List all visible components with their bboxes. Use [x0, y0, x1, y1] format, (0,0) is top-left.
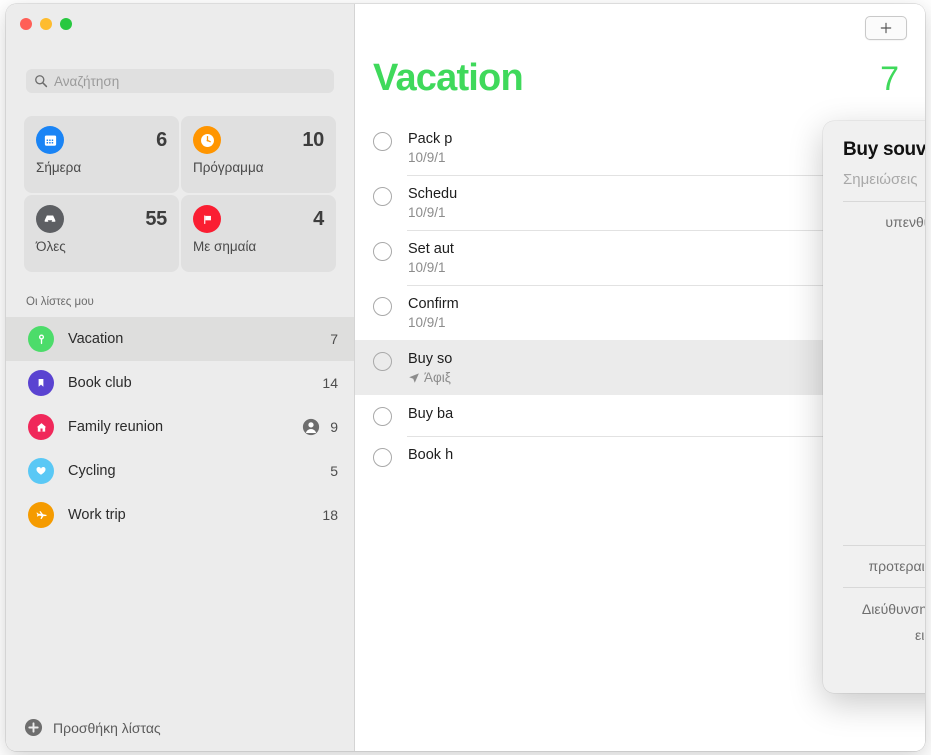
search-field[interactable]	[26, 69, 334, 93]
add-list-label: Προσθήκη λίστας	[53, 719, 161, 736]
smart-list-label: Όλες	[36, 239, 66, 254]
smart-list-count: 55	[145, 207, 167, 230]
sidebar-item-vacation[interactable]: Vacation 7	[6, 317, 354, 361]
task-complete-circle[interactable]	[373, 242, 392, 261]
sidebar-item-work-trip[interactable]: Work trip 18	[6, 493, 354, 537]
list-name: Book club	[68, 375, 132, 391]
app-root: 6 Σήμερα 10	[0, 0, 931, 755]
smart-list-flagged[interactable]: 4 Με σημαία	[181, 195, 336, 272]
traffic-lights	[20, 18, 72, 30]
list-name: Cycling	[68, 463, 116, 479]
smart-lists-grid: 6 Σήμερα 10 Πρόγραμμα 55 Όλες 4 Με σημαί…	[24, 116, 336, 272]
reminders-window: 6 Σήμερα 10	[6, 4, 925, 751]
heart-icon	[28, 458, 54, 484]
reminder-location-row: Τοποθεσία Pier 33 Άφιξη Αναχώρηση	[823, 233, 925, 478]
reminder-label: υπενθύμιση	[885, 213, 925, 230]
my-lists: Vacation 7 Book club 14 Family reunion 9…	[6, 317, 354, 537]
airplane-icon	[28, 502, 54, 528]
list-count: 14	[322, 375, 338, 391]
list-count: 9	[330, 419, 338, 435]
images-label: εικόνες	[915, 626, 925, 643]
task-subtitle: 10/9/1	[408, 150, 446, 165]
smart-list-scheduled[interactable]: 10 Πρόγραμμα	[181, 116, 336, 193]
task-title: Book h	[408, 447, 454, 463]
task-complete-circle[interactable]	[373, 448, 392, 467]
smart-list-label: Σήμερα	[36, 160, 82, 175]
priority-row: προτεραιότητα Καμία	[823, 545, 925, 574]
task-title: Set aut	[408, 241, 454, 257]
smart-list-all[interactable]: 55 Όλες	[24, 195, 179, 272]
task-complete-circle[interactable]	[373, 297, 392, 316]
list-name: Family reunion	[68, 419, 164, 435]
sidebar-item-book-club[interactable]: Book club 14	[6, 361, 354, 405]
add-reminder-button[interactable]	[865, 16, 907, 40]
reminder-date-row: υπενθύμιση Ημερομηνία	[823, 202, 925, 233]
reminder-detail-popover: Buy souvenirs Σημειώσεις υπενθύμιση	[823, 121, 925, 693]
location-arrow-icon	[409, 372, 419, 383]
sidebar-item-family-reunion[interactable]: Family reunion 9	[6, 405, 354, 449]
task-title: Pack p	[408, 131, 453, 147]
house-icon	[28, 414, 54, 440]
smart-list-today[interactable]: 6 Σήμερα	[24, 116, 179, 193]
list-name: Vacation	[68, 331, 124, 347]
task-complete-circle[interactable]	[373, 352, 392, 371]
task-subtitle: 10/9/1	[408, 315, 446, 330]
task-title: Confirm	[408, 296, 459, 312]
task-title: Buy so	[408, 351, 453, 367]
sidebar-item-cycling[interactable]: Cycling 5	[6, 449, 354, 493]
shared-person-icon	[303, 418, 320, 436]
sidebar: 6 Σήμερα 10	[6, 4, 355, 751]
popover-title: Buy souvenirs	[843, 139, 925, 160]
task-subtitle: 10/9/1	[408, 205, 446, 220]
my-lists-section-title: Οι λίστες μου	[26, 296, 94, 308]
inbox-icon	[36, 205, 64, 233]
add-list-button[interactable]: Προσθήκη λίστας	[24, 718, 161, 737]
plus-icon	[880, 22, 892, 34]
page-title: Vacation	[373, 57, 524, 99]
task-complete-circle[interactable]	[373, 407, 392, 426]
images-row: εικόνες Προσθήκη εικόνας…	[823, 617, 925, 653]
close-window-button[interactable]	[20, 18, 32, 30]
minimize-window-button[interactable]	[40, 18, 52, 30]
calendar-icon	[36, 126, 64, 154]
smart-list-count: 10	[302, 128, 324, 151]
list-count: 5	[330, 463, 338, 479]
task-subtitle: 10/9/1	[408, 260, 446, 275]
popover-header: Buy souvenirs	[823, 121, 925, 161]
main-content: Vacation 7 Pack p 10/9/1 Schedu 10/9/1 S…	[355, 4, 925, 751]
task-complete-circle[interactable]	[373, 187, 392, 206]
search-input[interactable]	[54, 73, 326, 89]
zoom-window-button[interactable]	[60, 18, 72, 30]
notes-field[interactable]: Σημειώσεις	[823, 161, 925, 188]
task-title: Buy ba	[408, 406, 454, 422]
url-row: Διεύθυνση URL Καμία	[823, 588, 925, 617]
task-subtitle: Άφιξ	[424, 370, 451, 385]
search-icon	[35, 75, 48, 88]
bookmark-icon	[28, 370, 54, 396]
task-complete-circle[interactable]	[373, 132, 392, 151]
smart-list-count: 4	[313, 207, 324, 230]
smart-list-label: Με σημαία	[193, 239, 257, 254]
list-count: 18	[322, 507, 338, 523]
flag-icon	[193, 205, 221, 233]
clock-icon	[193, 126, 221, 154]
pin-icon	[28, 326, 54, 352]
url-label: Διεύθυνση URL	[861, 600, 925, 617]
reminder-message-row: Κατά την αποστολή μηνύματος σε κάποιον	[823, 478, 925, 531]
task-title: Schedu	[408, 186, 458, 202]
smart-list-label: Πρόγραμμα	[193, 160, 264, 175]
page-count: 7	[880, 60, 899, 98]
list-count: 7	[330, 331, 338, 347]
list-name: Work trip	[68, 507, 126, 523]
priority-label: προτεραιότητα	[868, 558, 925, 574]
plus-circle-icon	[24, 718, 43, 737]
smart-list-count: 6	[156, 128, 167, 151]
